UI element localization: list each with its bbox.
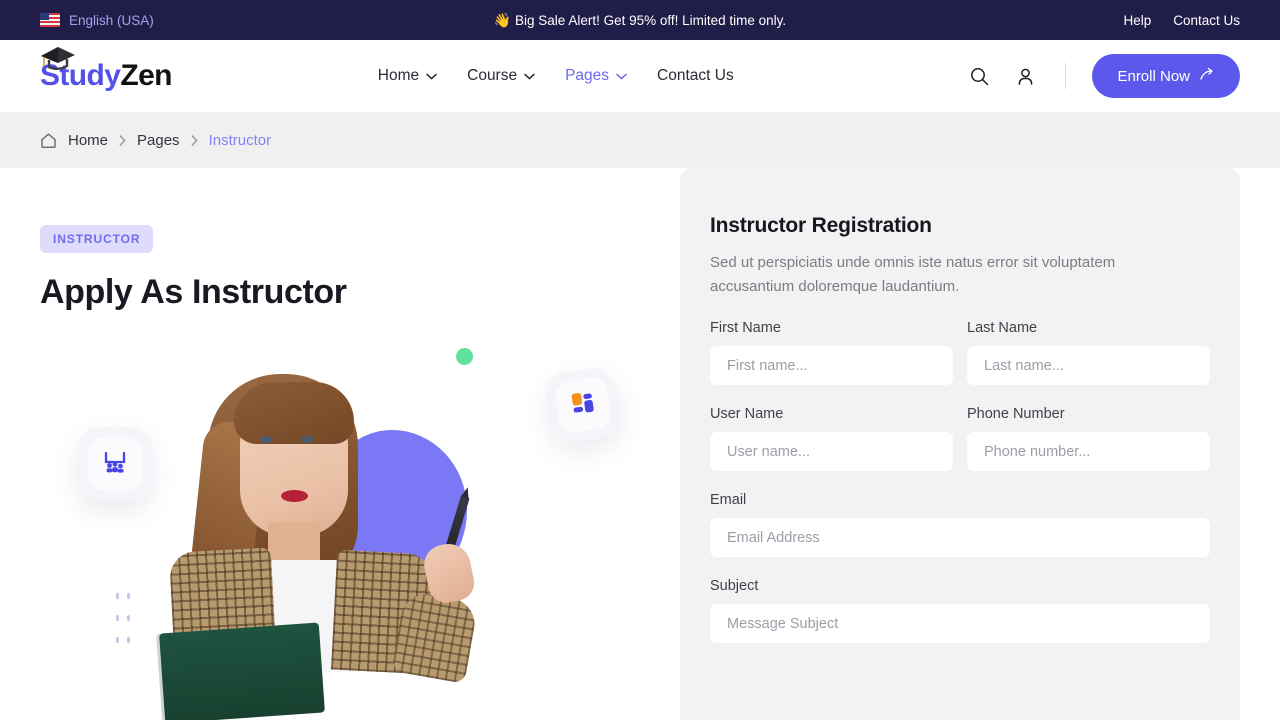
primary-nav: Home Course Pages Contact Us [288, 67, 734, 85]
first-name-field: First Name [710, 320, 953, 385]
nav-item-pages[interactable]: Pages [565, 67, 627, 85]
form-row-email: Email [710, 492, 1210, 557]
nav-item-home[interactable]: Home [378, 67, 437, 85]
us-flag-icon [40, 13, 60, 27]
arrow-up-right-icon [1200, 67, 1215, 85]
nav-label: Contact Us [657, 67, 734, 84]
first-name-input[interactable] [710, 346, 953, 385]
email-input[interactable] [710, 518, 1210, 557]
subject-field: Subject [710, 578, 1210, 643]
email-label: Email [710, 492, 747, 508]
dot-grid-decor [112, 585, 134, 655]
dashboard-grid-icon [567, 387, 599, 424]
help-link[interactable]: Help [1123, 13, 1151, 28]
user-icon[interactable] [1011, 62, 1039, 90]
green-dot-decor [456, 348, 473, 365]
home-icon[interactable] [40, 132, 57, 149]
nav-item-course[interactable]: Course [467, 67, 535, 85]
status-badge: INSTRUCTOR [40, 225, 154, 253]
announcement-text: 👋 Big Sale Alert! Get 95% off! Limited t… [0, 12, 1280, 29]
main-content: INSTRUCTOR Apply As Instructor Instructo… [0, 168, 1280, 720]
breadcrumb-item-pages[interactable]: Pages [137, 132, 180, 149]
last-name-label: Last Name [967, 320, 1038, 336]
subject-label: Subject [710, 578, 759, 594]
chevron-right-icon [191, 134, 198, 146]
language-label: English (USA) [69, 12, 154, 28]
email-field: Email [710, 492, 1210, 557]
page-title: Apply As Instructor [40, 273, 347, 311]
user-name-label: User Name [710, 406, 784, 422]
breadcrumb-item-instructor: Instructor [208, 131, 272, 149]
last-name-input[interactable] [967, 346, 1210, 385]
hero-section: INSTRUCTOR Apply As Instructor [40, 168, 640, 720]
instructor-photo [148, 364, 488, 720]
phone-number-field: Phone Number [967, 406, 1210, 471]
header-actions: Enroll Now [965, 54, 1240, 98]
logo-plain: Zen [120, 59, 172, 92]
user-name-input[interactable] [710, 432, 953, 471]
last-name-field: Last Name [967, 320, 1210, 385]
classroom-presentation-icon-card [78, 427, 152, 501]
form-row-username-phone: User Name Phone Number [710, 406, 1210, 471]
header-divider [1065, 63, 1067, 89]
announcement-message: Big Sale Alert! Get 95% off! Limited tim… [515, 12, 787, 28]
phone-number-input[interactable] [967, 432, 1210, 471]
wave-emoji-icon: 👋 [493, 11, 512, 28]
classroom-presentation-icon [101, 448, 129, 481]
contact-us-link[interactable]: Contact Us [1173, 13, 1240, 28]
language-selector[interactable]: English (USA) [40, 13, 154, 28]
instructor-registration-form: Instructor Registration Sed ut perspicia… [680, 168, 1240, 720]
subject-input[interactable] [710, 604, 1210, 643]
nav-label: Course [467, 67, 518, 84]
form-row-name: First Name Last Name [710, 320, 1210, 385]
registration-panel: Instructor Registration Sed ut perspicia… [680, 168, 1240, 720]
hero-illustration [40, 342, 640, 720]
search-icon[interactable] [965, 62, 993, 90]
chevron-down-icon [426, 67, 437, 85]
form-row-subject: Subject [710, 578, 1210, 643]
breadcrumb-bar: Home Pages Instructor [0, 112, 1280, 168]
site-header: StudyZen Home Course Pages Contact Us En… [0, 40, 1280, 112]
graduation-cap-icon [37, 42, 77, 77]
phone-number-label: Phone Number [967, 406, 1065, 422]
nav-item-contact-us[interactable]: Contact Us [657, 67, 734, 85]
announcement-bar: English (USA) 👋 Big Sale Alert! Get 95% … [0, 0, 1280, 40]
enroll-now-label: Enroll Now [1117, 67, 1190, 85]
logo[interactable]: StudyZen [40, 47, 172, 93]
user-name-field: User Name [710, 406, 953, 471]
form-subtitle: Sed ut perspiciatis unde omnis iste natu… [710, 254, 1116, 295]
first-name-label: First Name [710, 320, 781, 336]
dashboard-grid-icon-card [543, 365, 623, 445]
nav-label: Home [377, 67, 420, 84]
chevron-right-icon [119, 134, 126, 146]
breadcrumb-item-home[interactable]: Home [68, 132, 108, 149]
form-title: Instructor Registration [710, 214, 932, 237]
breadcrumb: Home Pages Instructor [40, 132, 271, 149]
chevron-down-icon [616, 67, 627, 85]
nav-label: Pages [565, 67, 610, 84]
chevron-down-icon [524, 67, 535, 85]
enroll-now-button[interactable]: Enroll Now [1092, 54, 1240, 98]
